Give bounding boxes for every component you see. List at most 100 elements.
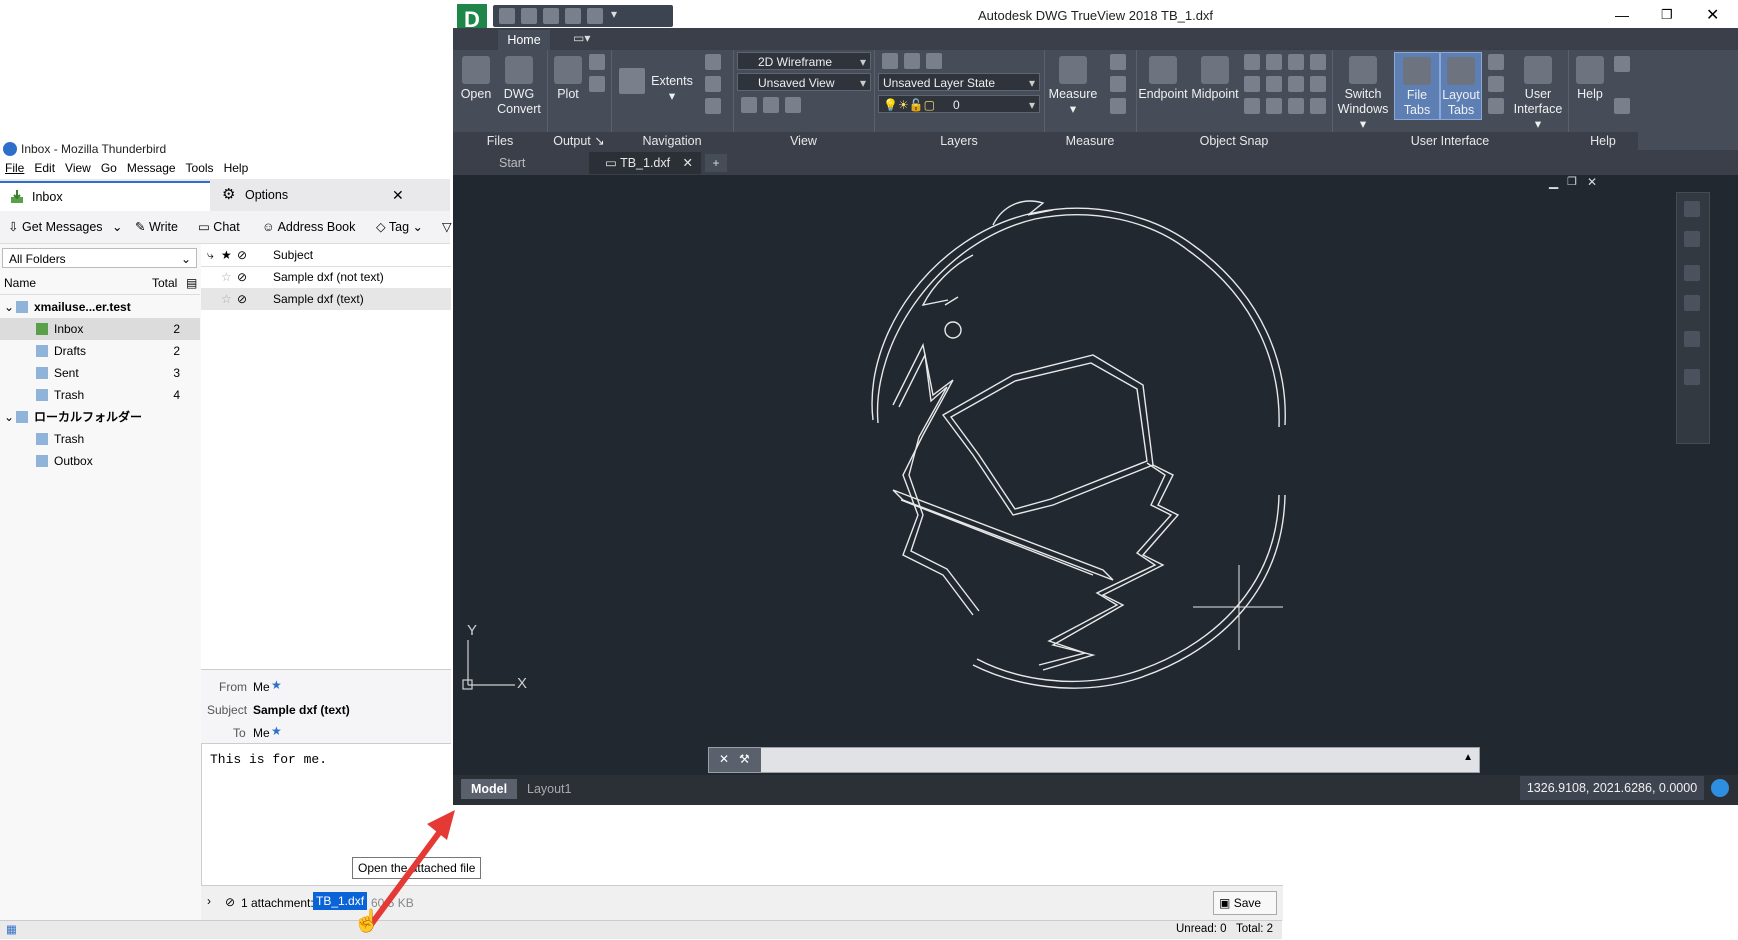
coordinates-readout[interactable]: 1326.9108, 2021.6286, 0.0000	[1520, 776, 1704, 800]
new-tab-button[interactable]: +	[705, 154, 727, 172]
star-column-icon[interactable]: ★	[221, 244, 232, 266]
column-picker-icon[interactable]: ▤	[186, 272, 197, 294]
endpoint-snap-button[interactable]: Endpoint	[1138, 56, 1188, 102]
tab-inbox[interactable]: Inbox	[0, 181, 210, 213]
named-view-dropdown[interactable]: Unsaved View	[737, 73, 871, 92]
col-total[interactable]: Total	[152, 272, 177, 294]
about-icon[interactable]	[1614, 98, 1630, 114]
menu-go[interactable]: Go	[96, 159, 122, 177]
folder-item[interactable]: Outbox	[0, 450, 200, 472]
folder-item[interactable]: Sent 3	[0, 362, 200, 384]
folder-selector[interactable]: All Folders ⌄	[2, 248, 197, 268]
drawing-canvas[interactable]: Y X ▁ ❐ ✕	[453, 175, 1738, 775]
attachment-column-icon[interactable]: ⊘	[237, 244, 247, 266]
folder-item[interactable]: Drafts 2	[0, 340, 200, 362]
plot-preview-icon[interactable]	[589, 76, 605, 92]
tab-options[interactable]: ⚙ Options ✕	[212, 181, 412, 211]
qat-batch-plot-icon[interactable]	[565, 8, 581, 24]
expand-attachments-icon[interactable]: ›	[207, 894, 211, 908]
quadrant-snap-icon[interactable]	[1266, 76, 1282, 92]
parallel-snap-icon[interactable]	[1266, 98, 1282, 114]
file-tab-start[interactable]: Start	[473, 152, 585, 174]
showmotion-icon[interactable]	[1684, 369, 1700, 385]
folder-item[interactable]: ⌄ ローカルフォルダー	[0, 406, 200, 428]
viewcube-icon[interactable]	[1684, 201, 1700, 217]
viewport-restore-icon[interactable]: ❐	[1567, 175, 1577, 188]
perpendicular-snap-icon[interactable]	[1244, 98, 1260, 114]
menu-view[interactable]: View	[60, 159, 96, 177]
minimize-icon[interactable]: —	[1615, 7, 1629, 23]
viewport-minimize-icon[interactable]: ▁	[1549, 175, 1558, 189]
snap-settings-icon[interactable]	[1310, 98, 1326, 114]
center-snap-icon[interactable]	[1244, 54, 1260, 70]
folder-item[interactable]: Trash 4	[0, 384, 200, 406]
star-icon[interactable]: ☆	[221, 266, 232, 288]
tile-horizontal-icon[interactable]	[1488, 54, 1504, 70]
view-top-icon[interactable]	[741, 97, 757, 113]
dist-icon[interactable]	[1110, 98, 1126, 114]
twisty-icon[interactable]: ⌄	[4, 406, 14, 428]
cascade-icon[interactable]	[1488, 98, 1504, 114]
viewport-close-icon[interactable]: ✕	[1587, 175, 1597, 189]
from-value[interactable]: Me	[253, 680, 270, 694]
message-row-selected[interactable]: ☆ ⊘ Sample dxf (text)	[201, 288, 451, 310]
menu-help[interactable]: Help	[219, 159, 254, 177]
qat-preview-icon[interactable]	[587, 8, 603, 24]
midpoint-snap-button[interactable]: Midpoint	[1190, 56, 1240, 102]
contact-star-icon[interactable]: ★	[271, 678, 282, 692]
id-point-icon[interactable]	[1110, 54, 1126, 70]
folder-item[interactable]: Trash	[0, 428, 200, 450]
plot-button[interactable]: Plot	[549, 56, 587, 102]
chevron-down-icon[interactable]: ⌄	[112, 220, 122, 234]
layout-tab-layout1[interactable]: Layout1	[517, 779, 581, 799]
zoom-extents-icon[interactable]	[1684, 295, 1700, 311]
batch-plot-icon[interactable]	[589, 54, 605, 70]
layout-tabs-button[interactable]: Layout Tabs	[1440, 52, 1482, 120]
customize-wrench-icon[interactable]: ⚒	[739, 752, 750, 766]
layer-properties-icon[interactable]	[882, 53, 898, 69]
layer-match-icon[interactable]	[926, 53, 942, 69]
command-input[interactable]	[765, 750, 1449, 770]
write-button[interactable]: ✎ Write	[135, 211, 178, 243]
measure-button[interactable]: Measure ▾	[1046, 56, 1100, 117]
menu-edit[interactable]: Edit	[29, 159, 60, 177]
message-row[interactable]: ☆ ⊘ Sample dxf (not text)	[201, 266, 451, 288]
folder-item[interactable]: Inbox 2	[0, 318, 200, 340]
command-history-icon[interactable]: ▲	[1463, 752, 1473, 763]
list-icon[interactable]	[1110, 76, 1126, 92]
pan-icon[interactable]	[1684, 265, 1700, 281]
extents-button[interactable]: Extents ▾	[647, 74, 697, 104]
tile-vertical-icon[interactable]	[1488, 76, 1504, 92]
intersection-snap-icon[interactable]	[1266, 54, 1282, 70]
ribbon-options-icon[interactable]: ▭▾	[573, 31, 590, 45]
contact-star-icon[interactable]: ★	[271, 724, 282, 738]
thread-column-icon[interactable]: ⤷	[207, 244, 214, 266]
get-messages-button[interactable]: ⇩ Get Messages ⌄	[8, 211, 123, 243]
switch-windows-button[interactable]: Switch Windows ▾	[1334, 56, 1392, 132]
user-interface-button[interactable]: User Interface ▾	[1510, 56, 1566, 132]
twisty-icon[interactable]: ⌄	[4, 296, 14, 318]
command-line-grip[interactable]: ✕ ⚒	[709, 748, 761, 772]
menu-message[interactable]: Message	[122, 159, 181, 177]
view-manager-icon[interactable]	[785, 97, 801, 113]
filter-icon[interactable]: ▽	[442, 211, 452, 243]
orbit-icon[interactable]	[705, 76, 721, 92]
save-attachment-button[interactable]: ▣ Save ⌄	[1213, 891, 1277, 932]
steering-wheels-icon[interactable]	[1684, 231, 1700, 247]
menu-tools[interactable]: Tools	[181, 159, 219, 177]
view-iso-icon[interactable]	[763, 97, 779, 113]
file-tabs-button[interactable]: File Tabs	[1394, 52, 1440, 120]
qat-plot-icon[interactable]	[543, 8, 559, 24]
online-status-icon[interactable]: ▦	[6, 922, 17, 936]
to-value[interactable]: Me	[253, 726, 270, 740]
dwg-convert-button[interactable]: DWG Convert	[495, 56, 543, 117]
qat-close-icon[interactable]	[521, 8, 537, 24]
chat-button[interactable]: ▭ Chat	[198, 211, 240, 243]
layout-tab-model[interactable]: Model	[461, 779, 518, 799]
insertion-snap-icon[interactable]	[1288, 98, 1304, 114]
nearest-snap-icon[interactable]	[1310, 54, 1326, 70]
tag-button[interactable]: ◇ Tag ⌄	[376, 211, 423, 243]
steering-wheel-icon[interactable]	[705, 98, 721, 114]
address-book-button[interactable]: ☺ Address Book	[262, 211, 355, 243]
extents-zoom-icon[interactable]	[619, 68, 645, 94]
